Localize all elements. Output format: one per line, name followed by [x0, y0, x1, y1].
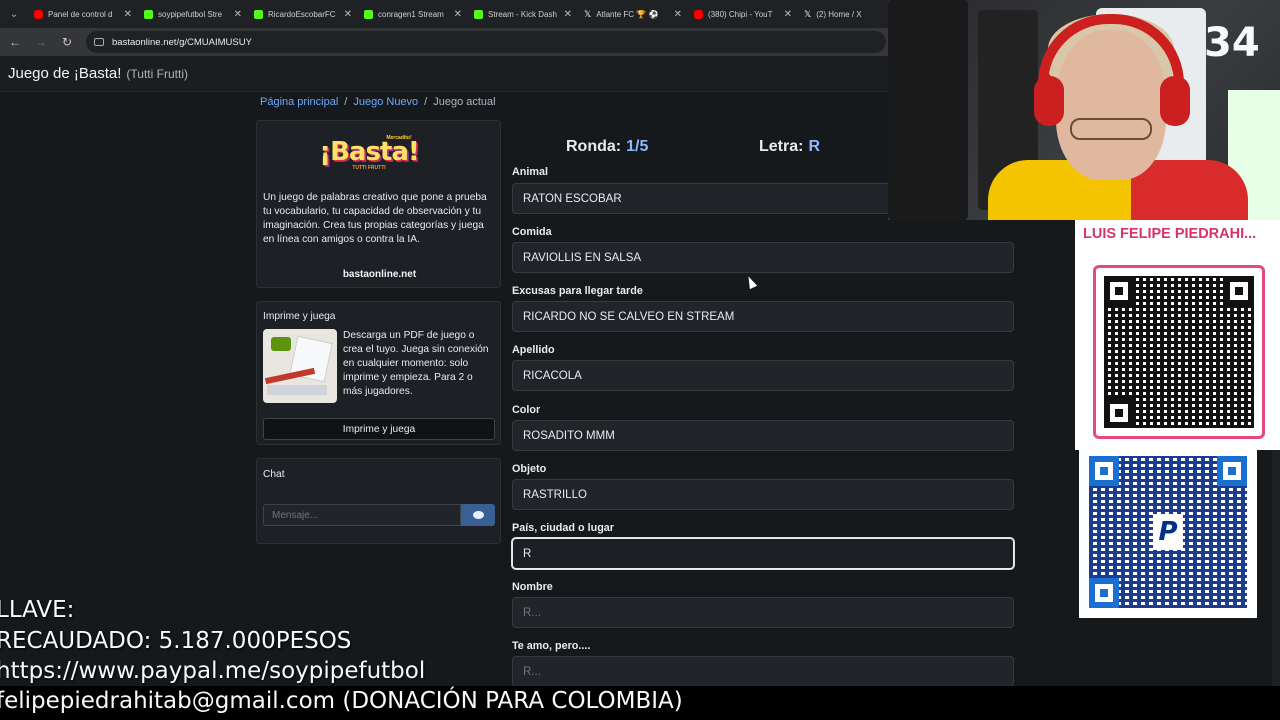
close-icon[interactable]: ✕ — [344, 9, 352, 20]
paypal-qr-code-icon: P — [1089, 456, 1247, 608]
info-card: Mercadito! ¡Basta! TUTTI FRUTTI Un juego… — [256, 120, 501, 288]
forward-arrow-icon[interactable]: → — [34, 35, 48, 49]
overlay-raised-amount: RECAUDADO: 5.187.000PESOS — [0, 628, 352, 654]
chat-send-button[interactable] — [461, 504, 495, 526]
qr-code-icon — [1093, 265, 1265, 439]
basta-logo: Mercadito! ¡Basta! TUTTI FRUTTI — [319, 135, 420, 171]
overlay-email: felipepiedrahitab@gmail.com (DONACIÓN PA… — [0, 688, 683, 714]
print-thumbnail-image — [263, 329, 337, 403]
chat-card: Chat — [256, 458, 501, 544]
field-apellido-input[interactable] — [512, 360, 1014, 391]
chat-title: Chat — [263, 469, 285, 480]
breadcrumb-home-link[interactable]: Página principal — [260, 96, 338, 108]
field-label-comida: Comida — [512, 226, 552, 238]
field-label-animal: Animal — [512, 166, 548, 178]
field-label-color: Color — [512, 404, 541, 416]
kick-icon — [254, 9, 263, 19]
streamer-name: LUIS FELIPE PIEDRAHI... — [1083, 226, 1257, 242]
kick-icon — [474, 9, 483, 19]
close-icon[interactable]: ✕ — [454, 9, 462, 20]
letter-status: Letra: R — [759, 138, 821, 155]
kick-icon — [144, 9, 153, 19]
mouse-cursor-icon — [744, 274, 758, 290]
jersey-number: 34 — [1204, 20, 1260, 66]
donation-qr-panel: LUIS FELIPE PIEDRAHI... — [1075, 220, 1280, 450]
app-subtitle: (Tutti Frutti) — [126, 66, 188, 81]
field-label-excusas: Excusas para llegar tarde — [512, 285, 643, 297]
breadcrumb-separator: / — [424, 96, 428, 108]
field-te-amo-input[interactable] — [512, 656, 1014, 687]
field-color-input[interactable] — [512, 420, 1014, 451]
url-text: bastaonline.net/g/CMUAIMUSUY — [112, 36, 252, 48]
print-card-title: Imprime y juega — [263, 311, 336, 322]
field-label-te-amo: Te amo, pero.... — [512, 640, 591, 652]
field-label-apellido: Apellido — [512, 344, 555, 356]
field-label-nombre: Nombre — [512, 581, 553, 593]
browser-tab[interactable]: conragen1 Stream ✕ — [358, 0, 468, 28]
field-excusas-input[interactable] — [512, 301, 1014, 332]
browser-tab[interactable]: Stream - Kick Dash ✕ — [468, 0, 578, 28]
breadcrumb: Página principal / Juego Nuevo / Juego a… — [260, 96, 496, 108]
overlay-key-label: LLAVE: — [0, 597, 75, 623]
site-name: bastaonline.net — [342, 269, 417, 280]
game-description: Un juego de palabras creativo que pone a… — [263, 192, 487, 245]
breadcrumb-separator: / — [344, 96, 348, 108]
webcam-overlay: 34 — [888, 0, 1280, 220]
x-icon: 𝕏 — [804, 8, 812, 19]
close-icon[interactable]: ✕ — [234, 9, 242, 20]
breadcrumb-current: Juego actual — [433, 96, 496, 108]
print-and-play-button[interactable]: Imprime y juega — [263, 418, 495, 440]
close-icon[interactable]: ✕ — [784, 9, 792, 20]
app-title[interactable]: Juego de ¡Basta! — [8, 65, 121, 82]
close-icon[interactable]: ✕ — [674, 9, 682, 20]
youtube-icon — [34, 9, 43, 19]
x-icon: 𝕏 — [584, 8, 592, 19]
breadcrumb-new-game-link[interactable]: Juego Nuevo — [353, 96, 418, 108]
browser-tab[interactable]: RicardoEscobarFC ✕ — [248, 0, 358, 28]
letter-value: R — [808, 138, 821, 155]
field-label-objeto: Objeto — [512, 463, 547, 475]
field-nombre-input[interactable] — [512, 597, 1014, 628]
browser-tab[interactable]: Panel de control d ✕ — [28, 0, 138, 28]
field-label-lugar: País, ciudad o lugar — [512, 522, 614, 534]
chat-message-input[interactable] — [263, 504, 461, 526]
browser-tab[interactable]: (380) Chipi - YouT ✕ — [688, 0, 798, 28]
youtube-icon — [694, 9, 703, 19]
paypal-logo-icon: P — [1153, 514, 1183, 550]
browser-tab[interactable]: soypipefutbol Stre ✕ — [138, 0, 248, 28]
field-lugar-input[interactable] — [512, 538, 1014, 569]
site-info-icon[interactable] — [94, 38, 104, 46]
print-description: Descarga un PDF de juego o crea el tuyo.… — [343, 330, 489, 397]
chat-bubble-icon — [472, 511, 484, 519]
kick-icon — [364, 9, 373, 19]
round-value: 1/5 — [626, 138, 649, 155]
back-arrow-icon[interactable]: ← — [8, 35, 22, 49]
field-comida-input[interactable] — [512, 242, 1014, 273]
tab-search-chevron-icon[interactable]: ⌄ — [0, 0, 28, 28]
url-field[interactable]: bastaonline.net/g/CMUAIMUSUY — [86, 31, 886, 53]
field-objeto-input[interactable] — [512, 479, 1014, 510]
overlay-paypal-link: https://www.paypal.me/soypipefutbol — [0, 658, 426, 684]
paypal-qr-panel: P — [1079, 446, 1257, 618]
reload-icon[interactable]: ↻ — [60, 35, 74, 49]
round-status: Ronda: 1/5 — [566, 138, 649, 155]
close-icon[interactable]: ✕ — [564, 9, 572, 20]
browser-tab[interactable]: 𝕏 Atlante FC 🏆 ⚽ ✕ — [578, 0, 688, 28]
close-icon[interactable]: ✕ — [124, 9, 132, 20]
print-card: Imprime y juega Descarga un PDF de juego… — [256, 301, 501, 445]
